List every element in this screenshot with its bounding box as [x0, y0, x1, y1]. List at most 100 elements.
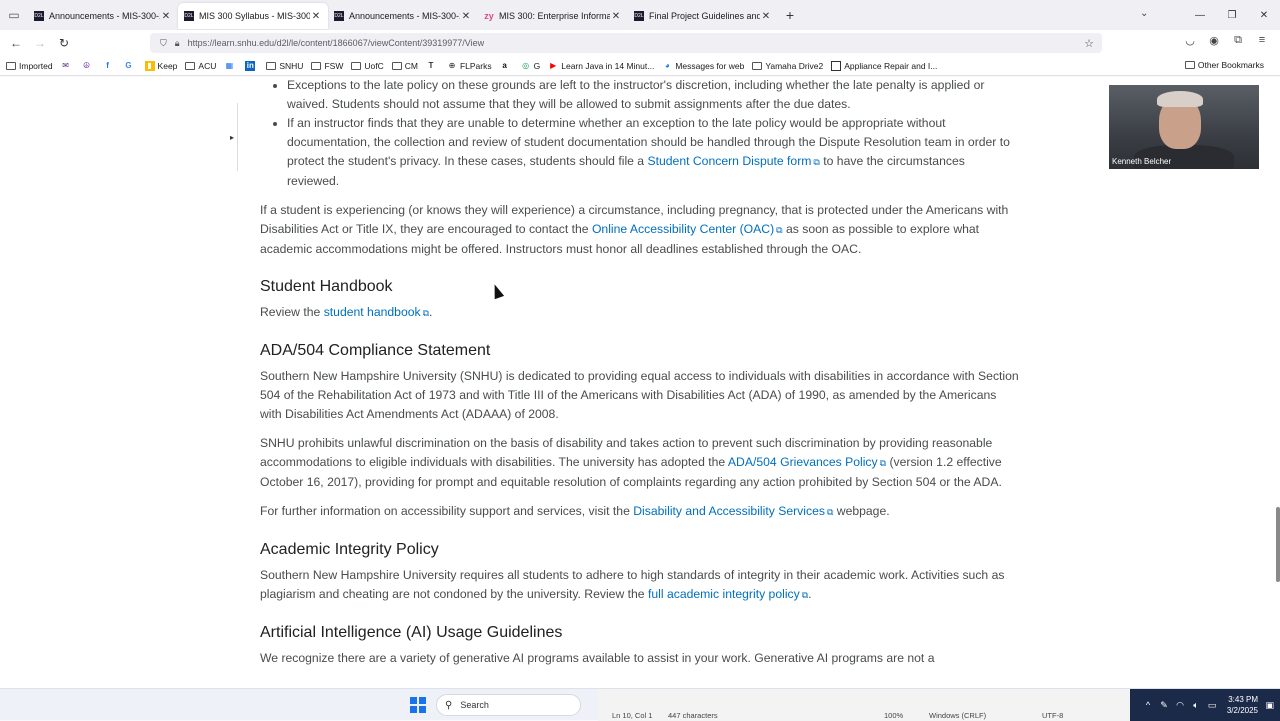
new-tab-button[interactable]: + — [778, 7, 802, 23]
ada-paragraph-2: SNHU prohibits unlawful discrimination o… — [260, 436, 1002, 489]
folder-icon — [6, 61, 16, 70]
bookmark-t[interactable]: T — [426, 61, 439, 71]
shield-icon[interactable]: ⛉ — [160, 38, 167, 49]
mail-icon: ✉ — [62, 61, 69, 70]
amazon-icon: a — [502, 61, 507, 70]
bookmark-appliance[interactable]: Appliance Repair and I... — [831, 60, 937, 71]
pocket-icon[interactable]: ◡ — [1178, 34, 1202, 47]
bookmark-snhu[interactable]: SNHU — [266, 61, 303, 71]
bookmark-keep[interactable]: ▮ Keep — [144, 60, 177, 71]
star-icon[interactable]: ☆ — [1084, 37, 1094, 50]
messages-icon: ◕ — [664, 61, 670, 70]
volume-icon[interactable]: 🔈︎ — [1188, 700, 1204, 711]
tab-close-icon[interactable]: ✕ — [310, 11, 322, 22]
account-icon[interactable]: ◉ — [1202, 34, 1226, 47]
bookmark-g[interactable]: ◎ G — [521, 61, 540, 71]
handbook-paragraph: Review the student handbook ⧉. — [260, 305, 433, 319]
chevron-up-icon[interactable]: ^ — [1140, 700, 1156, 711]
d2l-favicon-icon: D2L — [334, 11, 344, 21]
bookmark-calendar[interactable]: ▦ — [224, 61, 237, 71]
external-link-icon: ⧉ — [879, 458, 887, 468]
video-name-label: Kenneth Belcher — [1112, 157, 1172, 166]
toolbar-right: ◡ ◉ ⧉ ≡ — [1178, 34, 1274, 47]
heading-ada-compliance: ADA/504 Compliance Statement — [260, 342, 491, 359]
bookmark-messages[interactable]: ◕ Messages for web — [662, 61, 744, 71]
bookmark-acu[interactable]: ACU — [185, 61, 216, 71]
battery-icon[interactable]: ▭ — [1204, 700, 1220, 711]
bookmark-yamaha[interactable]: Yamaha Drive2 — [752, 61, 823, 71]
reload-button[interactable]: ↻ — [52, 36, 76, 50]
status-characters: 447 characters — [668, 711, 718, 720]
back-button[interactable]: ← — [4, 36, 28, 50]
extensions-icon[interactable]: ⧉ — [1226, 34, 1250, 47]
bookmark-amazon[interactable]: a — [500, 61, 513, 71]
tab-announcements-1[interactable]: D2L Announcements - MIS-300-12878 ✕ — [28, 3, 178, 29]
bookmark-flparks[interactable]: ⊕ FLParks — [447, 61, 492, 71]
wifi-icon[interactable]: ◠ — [1172, 700, 1188, 711]
tab-title: Announcements - MIS-300-12878 — [49, 11, 160, 21]
bookmark-cm[interactable]: CM — [391, 61, 418, 71]
chevron-down-icon[interactable]: ⌄ — [1140, 8, 1148, 19]
folder-icon — [752, 61, 763, 70]
bookmark-uofc[interactable]: UofC — [351, 61, 384, 71]
disability-services-link[interactable]: Disability and Accessibility Services ⧉ — [633, 504, 833, 518]
pen-icon[interactable]: ✎ — [1156, 700, 1172, 711]
page-scrollbar[interactable] — [1276, 507, 1280, 582]
external-link-icon: ⧉ — [826, 507, 834, 517]
windows-start-icon[interactable] — [410, 697, 426, 713]
academic-integrity-link[interactable]: full academic integrity policy ⧉ — [648, 587, 808, 601]
tab-close-icon[interactable]: ✕ — [460, 11, 472, 22]
clock[interactable]: 3:43 PM 3/2/2025 — [1227, 694, 1258, 716]
tab-title: MIS 300: Enterprise Information — [499, 11, 610, 21]
status-encoding: UTF-8 — [1042, 711, 1064, 720]
url-bar[interactable]: ⛉ 🔒︎ https://learn.snhu.edu/d2l/le/conte… — [150, 33, 1102, 53]
tab-final-project[interactable]: D2L Final Project Guidelines and Rubric … — [628, 3, 778, 29]
restore-icon[interactable]: ❐ — [1216, 10, 1248, 21]
tab-close-icon[interactable]: ✕ — [760, 11, 772, 22]
tab-list-icon[interactable]: ▭ — [0, 0, 28, 30]
ada-grievances-policy-link[interactable]: ADA/504 Grievances Policy ⧉ — [728, 455, 886, 469]
integrity-paragraph: Southern New Hampshire University requir… — [260, 568, 1005, 601]
zybooks-favicon-icon: zy — [484, 11, 494, 21]
external-link-icon: ⧉ — [813, 157, 820, 167]
minimize-icon[interactable]: — — [1184, 10, 1216, 21]
bookmark-facebook[interactable]: f — [103, 61, 116, 71]
tab-title: MIS 300 Syllabus - MIS-300-12878 — [199, 11, 310, 21]
bookmark-youtube[interactable]: ▶ Learn Java in 14 Minut... — [548, 61, 654, 71]
clock-date: 3/2/2025 — [1226, 706, 1258, 715]
forward-button[interactable]: → — [28, 36, 52, 50]
tab-close-icon[interactable]: ✕ — [610, 11, 622, 22]
d2l-favicon-icon: D2L — [184, 11, 194, 21]
d2l-favicon-icon: D2L — [34, 11, 44, 21]
close-window-icon[interactable]: ✕ — [1248, 10, 1280, 21]
bookmark-peace[interactable]: ☮ — [82, 61, 95, 71]
bookmark-linkedin[interactable]: in — [245, 60, 258, 71]
folder-icon — [1184, 61, 1195, 69]
heading-academic-integrity: Academic Integrity Policy — [260, 541, 439, 558]
tab-announcements-2[interactable]: D2L Announcements - MIS-300-12878 ✕ — [328, 3, 478, 29]
taskbar-search[interactable]: ⚲ Search — [436, 694, 581, 716]
menu-icon[interactable]: ≡ — [1250, 34, 1274, 47]
folder-icon — [185, 61, 196, 70]
syllabus-document: Exceptions to the late policy on these g… — [260, 77, 1020, 668]
oac-link[interactable]: Online Accessibility Center (OAC) ⧉ — [592, 222, 783, 236]
student-handbook-link[interactable]: student handbook ⧉ — [324, 305, 429, 319]
sidebar-toggle[interactable]: ▸ — [230, 103, 238, 171]
tab-syllabus[interactable]: D2L MIS 300 Syllabus - MIS-300-12878 ✕ — [178, 3, 328, 29]
tab-enterprise-information[interactable]: zy MIS 300: Enterprise Information ✕ — [478, 3, 628, 29]
student-concern-dispute-link[interactable]: Student Concern Dispute form ⧉ — [647, 154, 819, 168]
bookmark-other[interactable]: Other Bookmarks — [1184, 60, 1264, 70]
notification-icon[interactable]: ▣ — [1265, 700, 1274, 711]
bookmark-fsw[interactable]: FSW — [311, 61, 343, 71]
video-overlay[interactable]: Kenneth Belcher — [1109, 85, 1259, 169]
late-policy-list: Exceptions to the late policy on these g… — [260, 77, 1020, 191]
tab-close-icon[interactable]: ✕ — [160, 11, 172, 22]
tab-title: Final Project Guidelines and Rubric — [649, 11, 760, 21]
keep-icon: ▮ — [144, 60, 155, 71]
tab-title: Announcements - MIS-300-12878 — [349, 11, 460, 21]
bookmark-google[interactable]: G — [124, 61, 137, 71]
lock-icon[interactable]: 🔒︎ — [175, 38, 180, 49]
status-line-endings: Windows (CRLF) — [929, 711, 987, 720]
bookmark-mail[interactable]: ✉ — [61, 61, 74, 71]
bookmark-imported[interactable]: Imported — [6, 61, 53, 71]
